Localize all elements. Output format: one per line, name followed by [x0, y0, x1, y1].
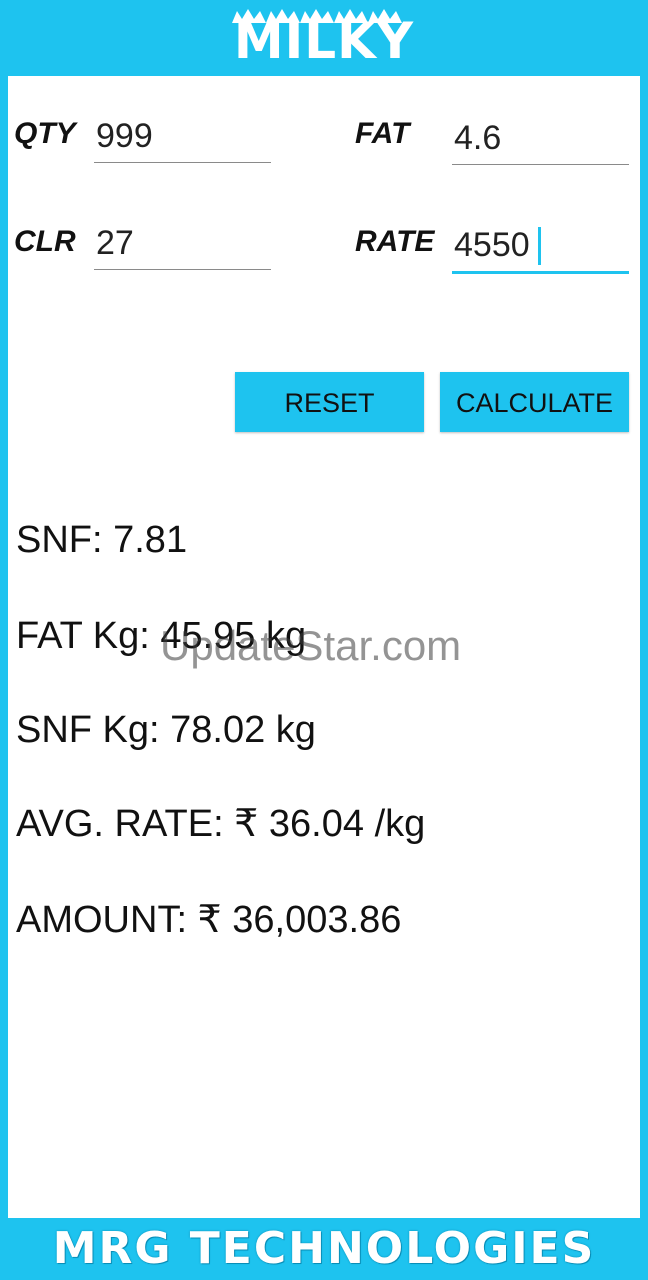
watermark: UpdateStar.com [160, 622, 462, 669]
qty-field-wrapper [94, 112, 271, 163]
fat-field-wrapper [452, 114, 629, 165]
amount-result: AMOUNT: ₹ 36,003.86 [16, 899, 402, 941]
reset-button[interactable]: RESET [235, 372, 424, 432]
clr-input[interactable] [94, 219, 271, 267]
qty-label: QTY [14, 117, 76, 150]
clr-field-wrapper [94, 219, 271, 270]
fat-label: FAT [355, 117, 410, 150]
calculate-button[interactable]: CALCULATE [440, 372, 629, 432]
qty-input[interactable] [94, 112, 271, 160]
clr-label: CLR [14, 225, 76, 258]
app-header: MILKY [0, 0, 648, 76]
snf-kg-result: SNF Kg: 78.02 kg [16, 709, 316, 751]
text-caret [538, 227, 541, 265]
fat-input[interactable] [452, 114, 629, 162]
avg-rate-result: AVG. RATE: ₹ 36.04 /kg [16, 803, 426, 845]
app-footer: MRG TECHNOLOGIES [52, 1223, 596, 1274]
rate-label: RATE [355, 225, 435, 258]
app-logo: MILKY [233, 12, 415, 70]
calculator-card: QTY FAT CLR RATE RESET CALCULATE SNF: 7.… [8, 76, 640, 1218]
snf-result: SNF: 7.81 [16, 519, 188, 561]
rate-field-wrapper [452, 221, 629, 274]
